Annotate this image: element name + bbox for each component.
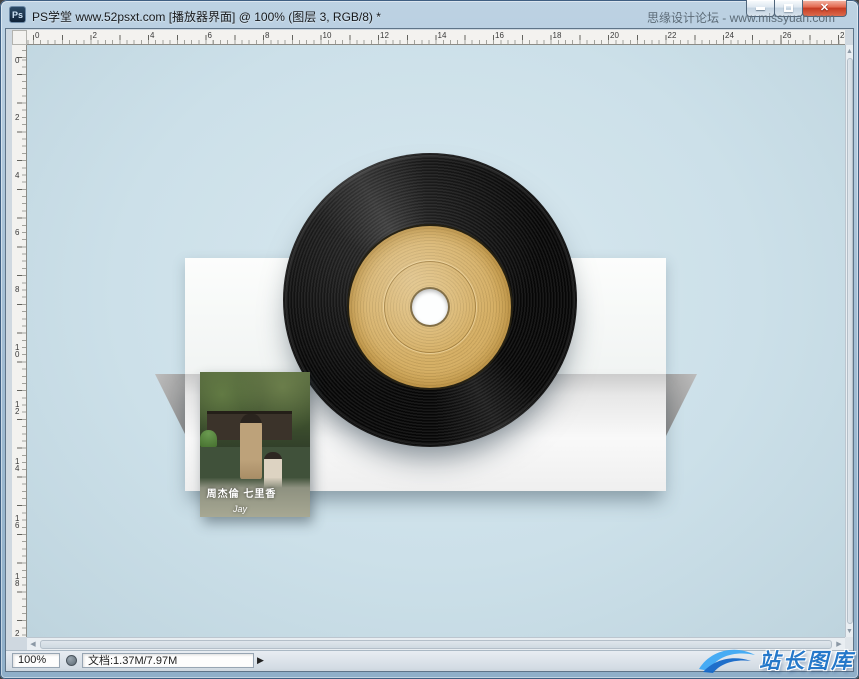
ribbon-fold-left: [155, 374, 186, 436]
site-watermark: 站长图库: [697, 641, 855, 679]
vinyl-record: [283, 153, 577, 447]
photoshop-app-icon[interactable]: Ps: [9, 6, 26, 23]
record-label: [349, 226, 511, 388]
status-icon: [66, 655, 77, 666]
watermark-swirl-icon: [697, 645, 757, 675]
vertical-scroll-thumb[interactable]: [847, 58, 853, 624]
record-center-hole: [412, 289, 448, 325]
window-title: PS学堂 www.52psxt.com [播放器界面] @ 100% (图层 3…: [32, 8, 381, 25]
vertical-scrollbar[interactable]: ▲ ▼: [845, 45, 853, 637]
scroll-up-icon[interactable]: ▲: [846, 45, 853, 57]
album-title-text: 周杰倫 七里香: [207, 485, 277, 500]
document-size-field: 文档:1.37M/7.97M: [82, 653, 254, 668]
ruler-left[interactable]: 02468101214161820: [12, 45, 27, 637]
zoom-level-field[interactable]: 100%: [12, 653, 60, 668]
canvas-viewport[interactable]: 周杰倫 七里香 Jay: [27, 45, 845, 637]
watermark-text: 站长图库: [759, 645, 855, 675]
scroll-left-icon[interactable]: ◀: [27, 638, 39, 651]
album-signature-text: Jay: [233, 504, 247, 514]
titlebar[interactable]: Ps PS学堂 www.52psxt.com [播放器界面] @ 100% (图…: [0, 0, 859, 28]
photoshop-window: Ps PS学堂 www.52psxt.com [播放器界面] @ 100% (图…: [0, 0, 859, 679]
ruler-corner[interactable]: [12, 30, 27, 45]
ribbon-fold-right: [666, 374, 697, 436]
titlebar-watermark-text: 思缘设计论坛 - www.missyuan.com: [647, 9, 835, 26]
ruler-top[interactable]: 0246810121416182022242628: [27, 30, 845, 45]
cover-man-figure: [240, 414, 262, 479]
album-cover: 周杰倫 七里香 Jay: [200, 372, 310, 517]
scroll-down-icon[interactable]: ▼: [846, 625, 853, 637]
status-menu-button[interactable]: ▶: [257, 655, 264, 666]
cover-umbrella: [200, 430, 217, 447]
document-frame: 0246810121416182022242628 02468101214161…: [5, 28, 854, 672]
